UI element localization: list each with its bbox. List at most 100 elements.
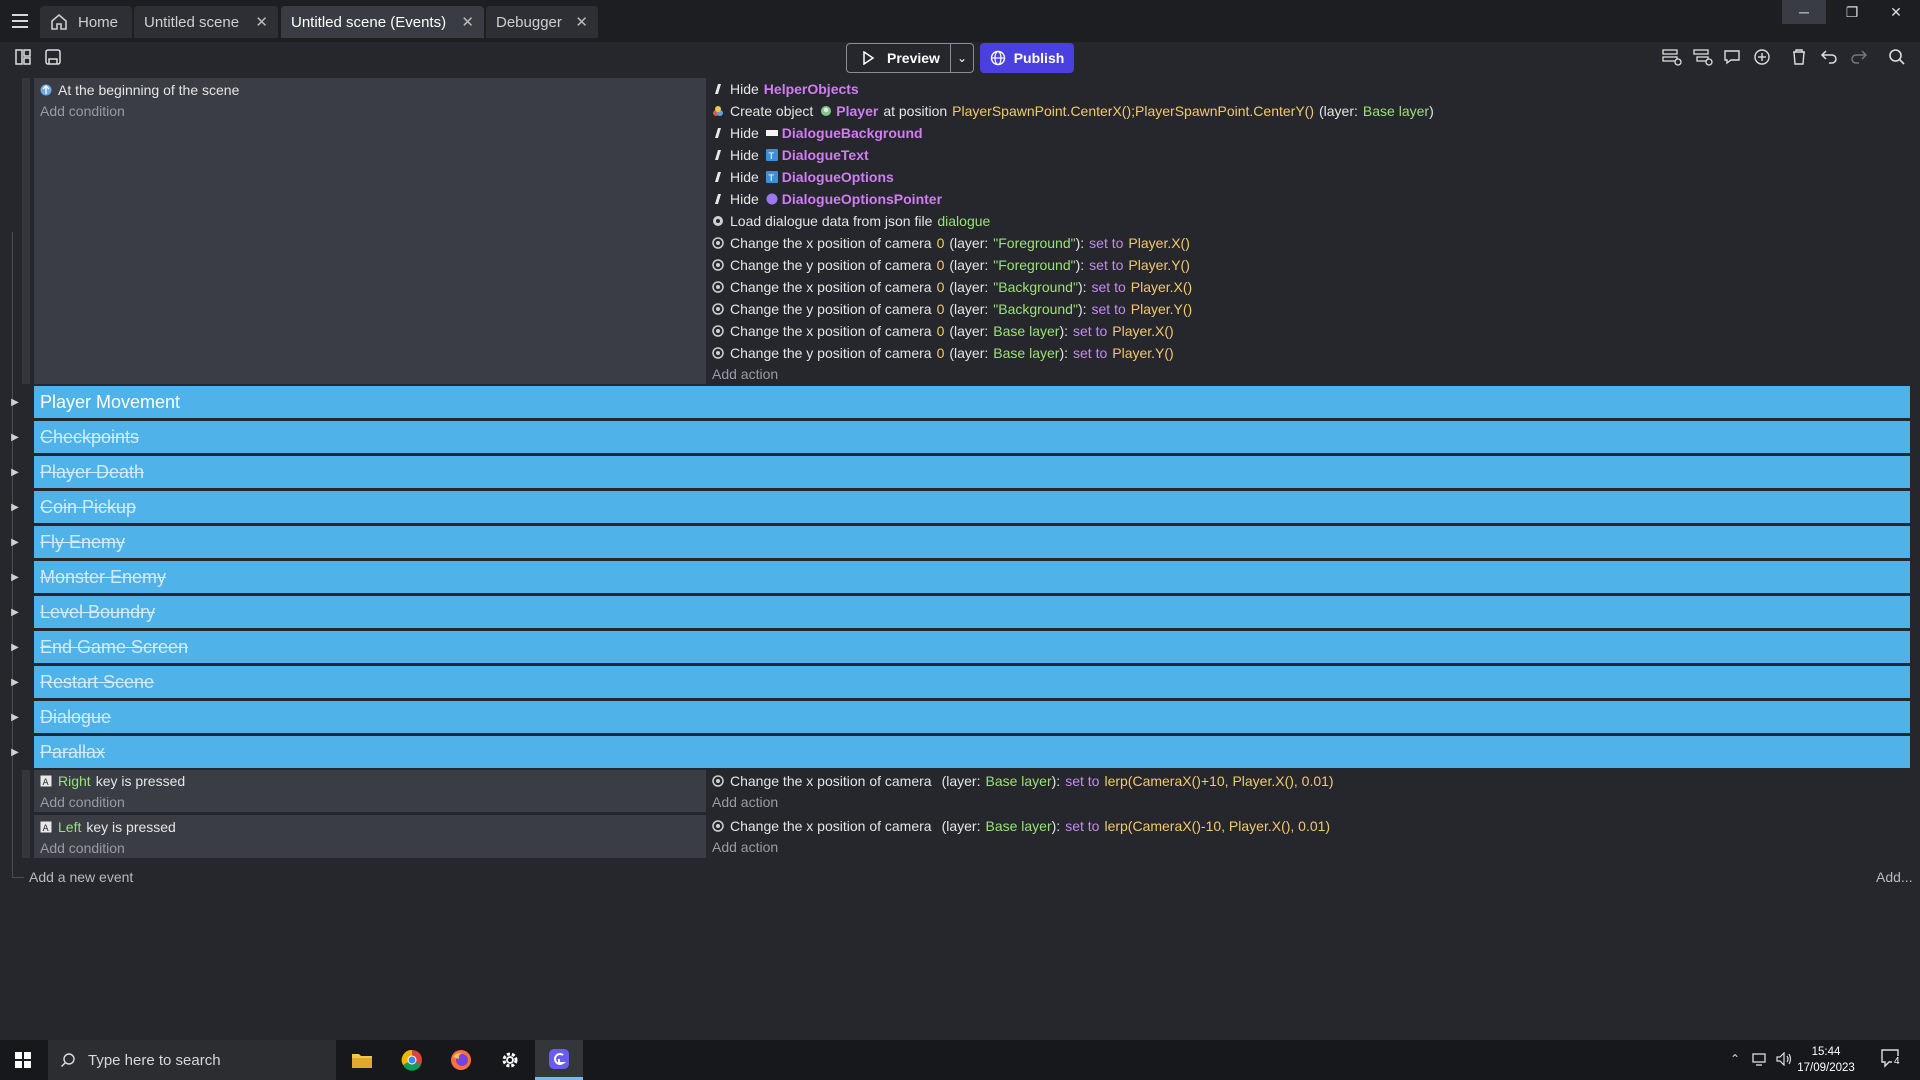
- tab-close-icon[interactable]: ✕: [565, 13, 588, 31]
- settings-gear-icon[interactable]: [486, 1040, 534, 1080]
- expand-arrow-icon[interactable]: ▶: [10, 467, 20, 478]
- tab-debugger[interactable]: Debugger ✕: [486, 6, 598, 38]
- action-row[interactable]: Change the x position of camera 0 (layer…: [712, 276, 1192, 298]
- action-row[interactable]: Change the x position of camera (layer: …: [712, 815, 1330, 837]
- layer-value[interactable]: Base layer: [1363, 103, 1429, 119]
- layer-value[interactable]: Base layer: [993, 345, 1059, 361]
- key-value[interactable]: Right: [58, 773, 91, 789]
- chrome-icon[interactable]: [388, 1040, 436, 1080]
- object-name[interactable]: HelperObjects: [764, 81, 859, 97]
- tab-home[interactable]: Home: [40, 6, 132, 38]
- firefox-icon[interactable]: [437, 1040, 485, 1080]
- action-row[interactable]: Hide T DialogueOptions: [712, 166, 894, 188]
- position-expression[interactable]: PlayerSpawnPoint.CenterX();PlayerSpawnPo…: [952, 103, 1314, 119]
- add-action-link[interactable]: Add action: [712, 837, 778, 857]
- add-more-icon[interactable]: [1751, 46, 1773, 68]
- delete-icon[interactable]: [1788, 46, 1810, 68]
- taskbar-search-input[interactable]: Type here to search: [48, 1040, 336, 1080]
- group-restart-scene[interactable]: Restart Scene: [34, 666, 1910, 698]
- camera-number[interactable]: 0: [937, 345, 945, 361]
- search-icon[interactable]: [1886, 46, 1908, 68]
- event-conditions-panel[interactable]: [34, 78, 706, 384]
- group-player-death[interactable]: Player Death: [34, 456, 1910, 488]
- camera-number[interactable]: 0: [937, 235, 945, 251]
- camera-number[interactable]: 0: [937, 323, 945, 339]
- object-name[interactable]: DialogueOptions: [782, 169, 894, 185]
- action-row[interactable]: Change the y position of camera 0 (layer…: [712, 254, 1190, 276]
- group-checkpoints[interactable]: Checkpoints: [34, 421, 1910, 453]
- window-minimize-button[interactable]: ─: [1782, 0, 1826, 24]
- camera-number[interactable]: 0: [937, 301, 945, 317]
- expand-arrow-icon[interactable]: ▶: [10, 572, 20, 583]
- layer-value[interactable]: Base layer: [993, 323, 1059, 339]
- object-name[interactable]: DialogueBackground: [782, 125, 923, 141]
- notification-center-icon[interactable]: 4: [1880, 1048, 1906, 1072]
- add-comment-icon[interactable]: [1721, 46, 1743, 68]
- expression-value[interactable]: Player.Y(): [1128, 257, 1189, 273]
- object-name[interactable]: DialogueText: [782, 147, 869, 163]
- file-value[interactable]: dialogue: [937, 213, 990, 229]
- group-end-game-screen[interactable]: End Game Screen: [34, 631, 1910, 663]
- group-fly-enemy[interactable]: Fly Enemy: [34, 526, 1910, 558]
- layer-value[interactable]: Base layer: [985, 773, 1051, 789]
- expand-arrow-icon[interactable]: ▶: [10, 432, 20, 443]
- expression-value[interactable]: Player.X(): [1131, 279, 1192, 295]
- condition-row[interactable]: A Right key is pressed: [40, 770, 185, 792]
- layer-value[interactable]: "Foreground": [993, 257, 1075, 273]
- layer-value[interactable]: "Foreground": [993, 235, 1075, 251]
- tab-close-icon[interactable]: ✕: [245, 13, 268, 31]
- group-monster-enemy[interactable]: Monster Enemy: [34, 561, 1910, 593]
- expand-arrow-icon[interactable]: ▶: [10, 712, 20, 723]
- expand-arrow-icon[interactable]: ▶: [10, 607, 20, 618]
- object-name[interactable]: DialogueOptionsPointer: [782, 191, 942, 207]
- tab-untitled-scene[interactable]: Untitled scene ✕: [134, 6, 278, 38]
- layer-value[interactable]: Base layer: [985, 818, 1051, 834]
- add-new-event-link[interactable]: Add a new event: [29, 866, 133, 888]
- group-player-movement[interactable]: Player Movement: [34, 386, 1910, 418]
- add-condition-link[interactable]: Add condition: [40, 838, 125, 858]
- expression-value[interactable]: Player.Y(): [1131, 301, 1192, 317]
- camera-number[interactable]: 0: [937, 257, 945, 273]
- undo-icon[interactable]: [1818, 46, 1840, 68]
- publish-button[interactable]: Publish: [980, 43, 1074, 73]
- save-scene-icon[interactable]: [42, 46, 64, 68]
- taskbar-clock[interactable]: 15:44 17/09/2023: [1780, 1044, 1872, 1078]
- add-action-link[interactable]: Add action: [712, 792, 778, 812]
- expand-arrow-icon[interactable]: ▶: [10, 677, 20, 688]
- action-row[interactable]: Change the x position of camera (layer: …: [712, 770, 1334, 792]
- expand-arrow-icon[interactable]: ▶: [10, 397, 20, 408]
- action-row[interactable]: Hide DialogueBackground: [712, 122, 923, 144]
- add-menu-link[interactable]: Add...: [1876, 866, 1913, 888]
- preview-button[interactable]: Preview: [847, 44, 951, 72]
- network-icon[interactable]: [1752, 1052, 1770, 1066]
- condition-row[interactable]: At the beginning of the scene: [40, 79, 239, 101]
- action-row[interactable]: Change the x position of camera 0 (layer…: [712, 232, 1190, 254]
- camera-number[interactable]: 0: [937, 279, 945, 295]
- tray-chevron-up-icon[interactable]: ⌃: [1728, 1052, 1742, 1066]
- add-subevent-icon[interactable]: [1692, 46, 1714, 68]
- window-close-button[interactable]: ✕: [1874, 0, 1918, 24]
- group-level-boundry[interactable]: Level Boundry: [34, 596, 1910, 628]
- key-value[interactable]: Left: [58, 819, 81, 835]
- expression-value[interactable]: lerp(CameraX()+10, Player.X(), 0.01): [1104, 773, 1333, 789]
- group-coin-pickup[interactable]: Coin Pickup: [34, 491, 1910, 523]
- action-row[interactable]: Load dialogue data from json file dialog…: [712, 210, 990, 232]
- tab-close-icon[interactable]: ✕: [451, 13, 474, 31]
- hamburger-menu-icon[interactable]: [6, 8, 34, 34]
- preview-dropdown-button[interactable]: ⌄: [951, 44, 973, 72]
- expand-arrow-icon[interactable]: ▶: [10, 537, 20, 548]
- action-row[interactable]: Change the y position of camera 0 (layer…: [712, 342, 1174, 364]
- add-event-icon[interactable]: [1661, 46, 1683, 68]
- group-dialogue[interactable]: Dialogue: [34, 701, 1910, 733]
- group-parallax[interactable]: Parallax: [34, 736, 1910, 768]
- gdevelop-app-icon[interactable]: [535, 1040, 583, 1080]
- window-restore-button[interactable]: ❐: [1830, 0, 1874, 24]
- action-row[interactable]: Hide HelperObjects: [712, 78, 859, 100]
- redo-icon[interactable]: [1848, 46, 1870, 68]
- expression-value[interactable]: lerp(CameraX()-10, Player.X(), 0.01): [1104, 818, 1330, 834]
- add-condition-link[interactable]: Add condition: [40, 792, 125, 812]
- tab-untitled-scene-events[interactable]: Untitled scene (Events) ✕: [281, 6, 484, 38]
- add-action-link[interactable]: Add action: [712, 364, 778, 384]
- expand-arrow-icon[interactable]: ▶: [10, 642, 20, 653]
- add-condition-link[interactable]: Add condition: [40, 101, 125, 121]
